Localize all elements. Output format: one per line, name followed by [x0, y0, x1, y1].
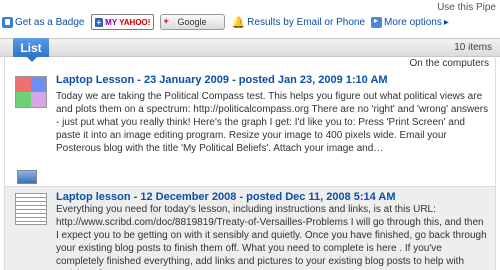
bell-icon: 🔔	[231, 16, 246, 29]
item-description: Everything you need for today's lesson, …	[56, 204, 487, 270]
more-options-link[interactable]: More options ▸	[371, 16, 449, 28]
yahoo-brand-label: YAHOO!	[119, 17, 151, 27]
document-thumbnail[interactable]	[15, 193, 47, 225]
results-by-email-link[interactable]: 🔔 Results by Email or Phone	[231, 16, 365, 29]
item-title-link[interactable]: Laptop lesson - 12 December 2008 - poste…	[56, 191, 396, 203]
add-to-my-yahoo-button[interactable]: + MY YAHOO!	[90, 14, 155, 30]
results-panel: On the computers Laptop Lesson - 23 Janu…	[4, 56, 496, 270]
add-to-google-button[interactable]: + Google	[160, 14, 226, 30]
google-plus-icon: +	[163, 16, 169, 26]
use-this-pipe-label[interactable]: Use this Pipe	[437, 2, 496, 13]
chevron-right-icon: ▸	[443, 16, 449, 28]
tab-list[interactable]: List	[13, 38, 49, 62]
get-as-badge-label[interactable]: Get as a Badge	[15, 17, 85, 28]
yahoo-plus-icon: +	[94, 17, 104, 27]
item-description-text: Today we are taking the Political Compas…	[56, 91, 489, 154]
image-attachment-icon[interactable]	[17, 170, 37, 184]
pipe-output-toolbar: Get as a Badge + MY YAHOO! + Google 🔔 Re…	[2, 13, 498, 31]
list-header-bar: List 10 items	[0, 38, 500, 62]
more-options-label[interactable]: More options	[384, 17, 442, 28]
item-title-link[interactable]: Laptop Lesson - 23 January 2009 - posted…	[56, 74, 388, 86]
more-options-icon	[371, 16, 383, 28]
results-by-email-label[interactable]: Results by Email or Phone	[247, 17, 365, 28]
items-count: 10 items	[454, 42, 492, 53]
get-as-badge-link[interactable]: Get as a Badge	[2, 16, 85, 28]
google-label: Google	[177, 17, 207, 27]
list-item: Laptop Lesson - 23 January 2009 - posted…	[5, 70, 495, 184]
list-item: Laptop lesson - 12 December 2008 - poste…	[5, 186, 495, 270]
item-description: Today we are taking the Political Compas…	[15, 90, 489, 155]
yahoo-my-label: MY	[105, 17, 118, 27]
badge-icon	[2, 16, 13, 28]
group-label: On the computers	[409, 58, 489, 69]
